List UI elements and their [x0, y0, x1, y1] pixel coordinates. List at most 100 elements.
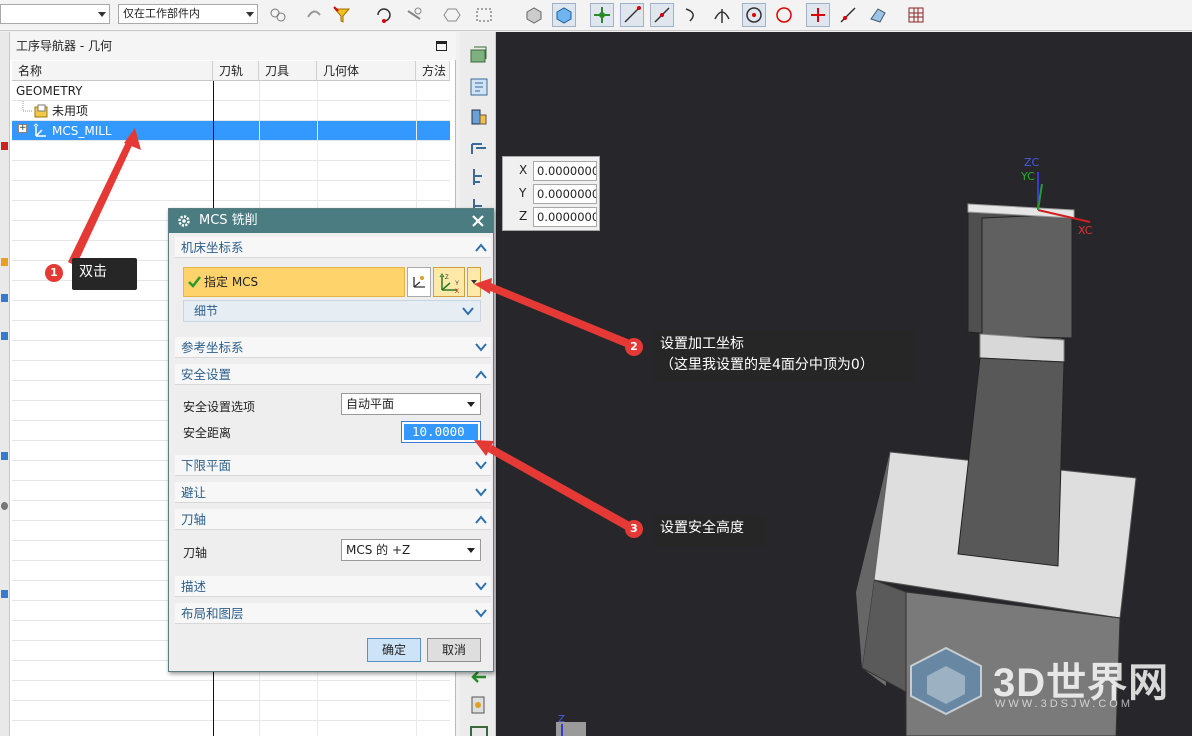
section-label: 刀轴 [181, 512, 207, 527]
clearance-option-select[interactable]: 自动平面 [341, 393, 481, 415]
empty-row [12, 141, 450, 161]
filter-icon[interactable] [330, 3, 354, 27]
assembly-icon[interactable] [266, 3, 290, 27]
details-label: 细节 [194, 304, 219, 318]
resource-tab-icon[interactable] [1, 332, 8, 340]
close-icon[interactable] [469, 212, 487, 230]
point-on-curve-icon[interactable] [836, 3, 860, 27]
cancel-button[interactable]: 取消 [427, 638, 481, 662]
specify-mcs-row[interactable]: 指定 MCS [183, 267, 405, 297]
quadrant-icon[interactable] [710, 3, 734, 27]
specify-mcs-label: 指定 MCS [204, 275, 259, 289]
column-header-method[interactable]: 方法 [416, 61, 450, 81]
section-clearance[interactable]: 安全设置 [175, 364, 491, 385]
section-label: 安全设置 [181, 367, 232, 382]
navigator-title: 工序导航器 - 几何 [10, 32, 456, 60]
view-cube-icon[interactable] [552, 3, 576, 27]
details-expander[interactable]: 细节 [183, 300, 481, 322]
snap-all-icon[interactable] [590, 3, 614, 27]
section-label: 避让 [181, 485, 207, 500]
coord-input-x[interactable]: 0.0000000 [533, 161, 597, 181]
selection-filter-combo[interactable] [0, 4, 110, 24]
endpoint-icon[interactable] [620, 3, 644, 27]
intersection-icon[interactable] [806, 3, 830, 27]
simulate-icon[interactable] [468, 722, 490, 736]
empty-row [12, 701, 450, 721]
create-geometry-icon[interactable] [468, 106, 490, 128]
clearance-distance-input[interactable]: 10.0000 [401, 421, 481, 443]
section-avoidance[interactable]: 避让 [175, 482, 491, 503]
point-on-face-icon[interactable] [866, 3, 890, 27]
create-tool-icon[interactable] [468, 76, 490, 98]
zc-axis-label: ZC [1024, 156, 1040, 169]
coord-label-x: X [519, 163, 528, 177]
verify-toolpath-icon[interactable] [468, 694, 490, 716]
checkmark-icon [188, 276, 201, 288]
csys-dialog-button[interactable] [407, 267, 431, 297]
annotation-set-work-coordinate: 设置加工坐标 （这里我设置的是4面分中顶为0） [653, 330, 915, 382]
annotation-text-line2: （这里我设置的是4面分中顶为0） [660, 357, 874, 373]
ok-button[interactable]: 确定 [367, 638, 421, 662]
main-toolbar: 仅在工作部件内 [0, 0, 1192, 31]
resource-tab-icon[interactable] [1, 590, 8, 598]
circle-quadrant-icon[interactable] [772, 3, 796, 27]
grid-icon[interactable] [904, 3, 928, 27]
arc-center-icon[interactable] [742, 3, 766, 27]
tree-line-icon [22, 101, 32, 112]
resource-tab-icon[interactable] [1, 294, 8, 302]
csys-dropdown-button[interactable] [467, 267, 481, 297]
curve-point-icon[interactable] [680, 3, 704, 27]
shaded-view-icon[interactable] [522, 3, 546, 27]
table-row-selected[interactable]: + MCS_MILL [12, 121, 450, 141]
watermark: 3D世界网 WWW.3DSJW.COM [905, 640, 1175, 720]
constraint-icon[interactable] [402, 3, 426, 27]
midpoint-icon[interactable] [650, 3, 674, 27]
polygon-icon[interactable] [440, 3, 464, 27]
gear-icon[interactable] [177, 214, 191, 228]
undo-select-icon[interactable] [302, 3, 326, 27]
tool-axis-label: 刀轴 [183, 546, 208, 560]
coord-input-z[interactable]: 0.0000000 [533, 207, 597, 227]
create-method-icon[interactable] [468, 136, 490, 158]
section-label: 布局和图层 [181, 606, 244, 621]
section-machine-csys[interactable]: 机床坐标系 [175, 237, 491, 258]
column-header-toolpath[interactable]: 刀轨 [213, 61, 259, 81]
expand-icon[interactable]: + [18, 124, 27, 133]
svg-text:X: X [455, 289, 459, 294]
section-layout-layers[interactable]: 布局和图层 [175, 603, 491, 624]
snap-point-icon[interactable] [372, 3, 396, 27]
graphics-viewport[interactable]: ZC YC XC Z X 0.0000000 Y 0.0000000 Z 0.0… [496, 32, 1192, 736]
section-tool-axis[interactable]: 刀轴 [175, 509, 491, 530]
create-program-icon[interactable] [468, 44, 490, 66]
yc-axis-label: YC [1021, 170, 1035, 183]
empty-row [12, 181, 450, 201]
column-header-name[interactable]: 名称 [12, 61, 213, 81]
z-axis-label: Z [558, 714, 565, 725]
maximize-icon[interactable] [436, 41, 447, 51]
chevron-down-icon [98, 12, 106, 17]
table-row[interactable]: 未用项 [12, 101, 450, 121]
chevron-down-icon [467, 402, 475, 407]
rectangle-select-icon[interactable] [472, 3, 496, 27]
row-label: GEOMETRY [16, 84, 83, 98]
column-header-tool[interactable]: 刀具 [259, 61, 317, 81]
resource-tab-icon[interactable] [1, 258, 8, 266]
row-label: 未用项 [52, 104, 89, 118]
empty-row [12, 681, 450, 701]
chevron-down-icon [246, 12, 254, 17]
scope-combo[interactable]: 仅在工作部件内 [118, 4, 258, 24]
section-description[interactable]: 描述 [175, 576, 491, 597]
section-reference-csys[interactable]: 参考坐标系 [175, 337, 491, 358]
resource-tab-icon[interactable] [1, 502, 8, 510]
resource-tab-icon[interactable] [1, 452, 8, 460]
tool-axis-select[interactable]: MCS 的 +Z [341, 539, 481, 561]
section-lower-limit-plane[interactable]: 下限平面 [175, 455, 491, 476]
specify-csys-button[interactable]: ZYX [433, 267, 465, 297]
resource-tab-icon[interactable] [1, 142, 8, 150]
table-row[interactable]: GEOMETRY [12, 81, 450, 101]
watermark-url: WWW.3DSJW.COM [995, 698, 1133, 710]
coordinate-input-box: X 0.0000000 Y 0.0000000 Z 0.0000000 [502, 156, 600, 231]
column-header-geometry[interactable]: 几何体 [317, 61, 416, 81]
coord-input-y[interactable]: 0.0000000 [533, 184, 597, 204]
create-operation-icon[interactable] [468, 166, 490, 188]
